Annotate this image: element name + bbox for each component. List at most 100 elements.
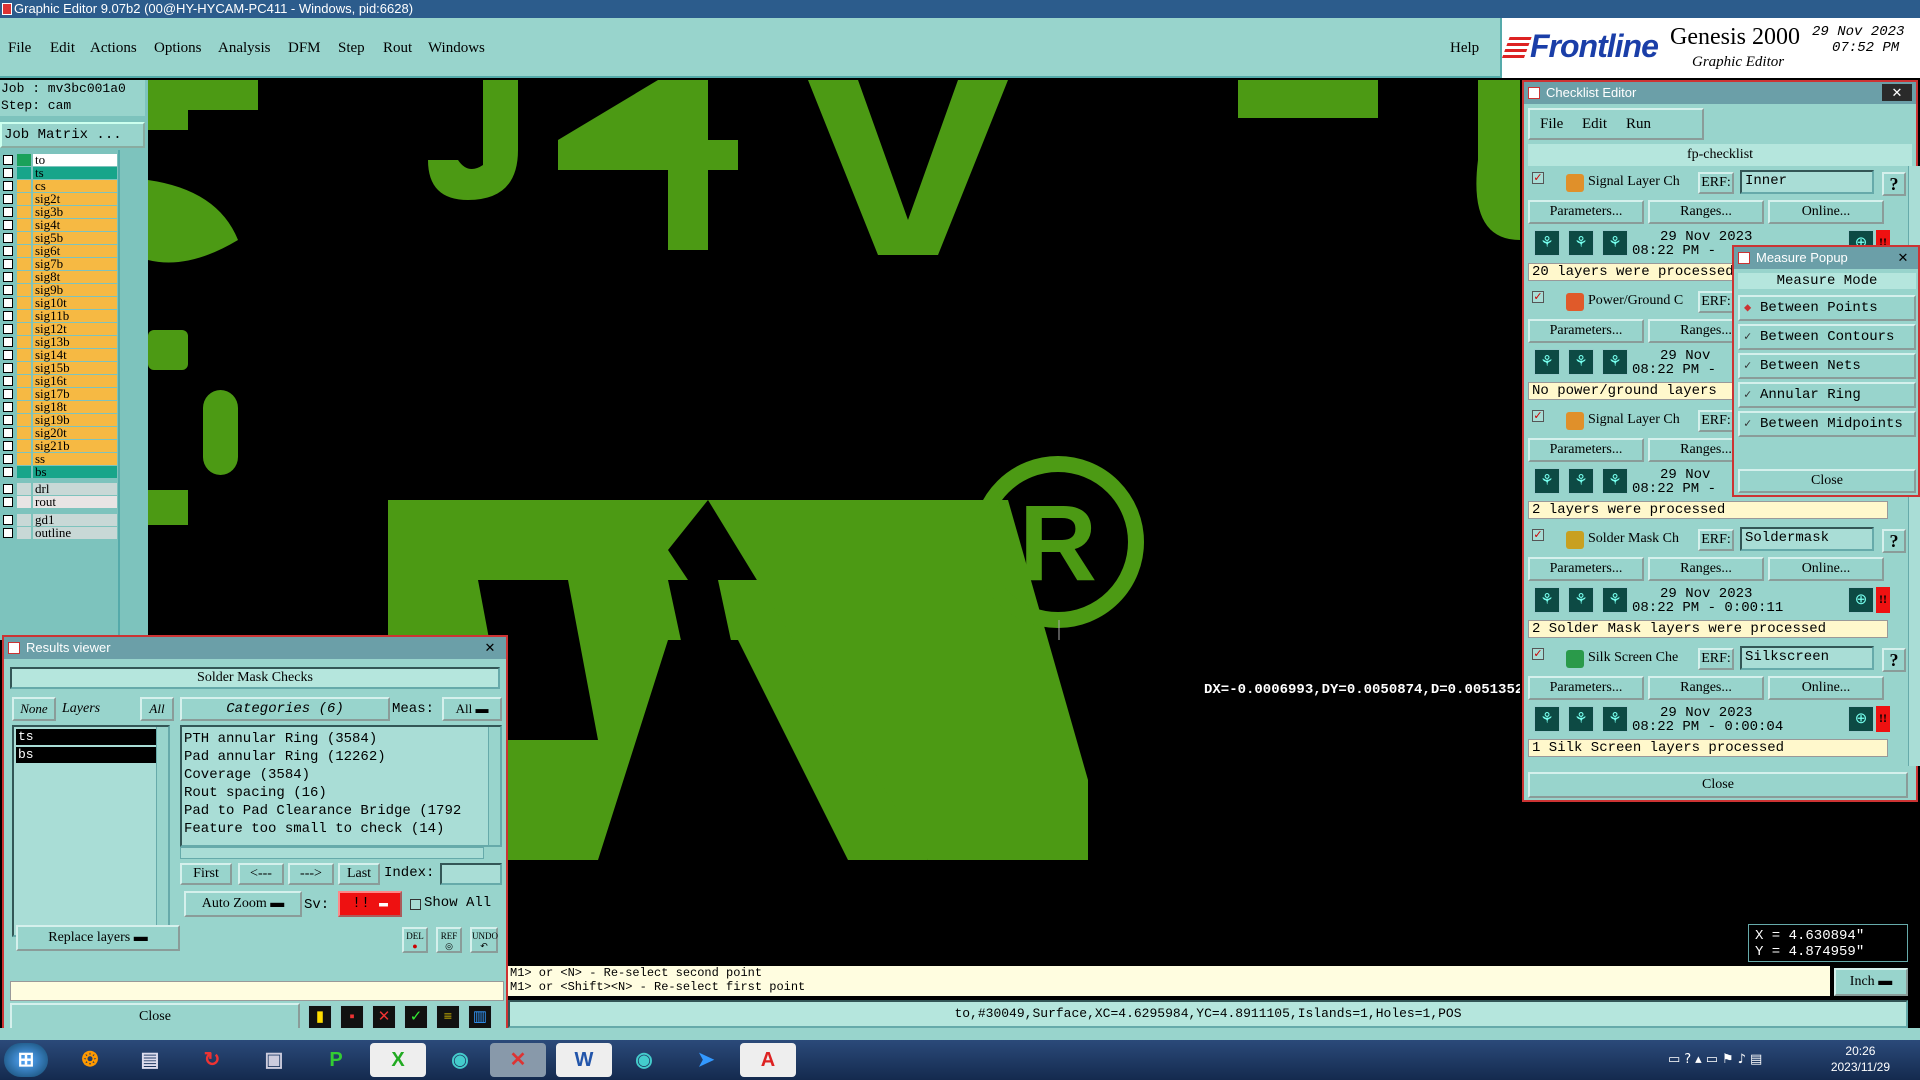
job-matrix-button[interactable]: Job Matrix ... [0,122,145,148]
layer-checkbox[interactable] [3,220,13,230]
layers-all-button[interactable]: All [140,697,174,721]
results-layer-item[interactable]: ts [16,729,156,745]
layer-checkbox[interactable] [3,207,13,217]
del-button[interactable]: DEL ● [402,927,428,953]
menu-edit[interactable]: Edit [50,40,75,57]
erf-value[interactable]: Inner [1740,170,1874,194]
run-step-icon[interactable]: ⚘ [1602,706,1628,732]
layer-color-swatch[interactable] [17,193,31,205]
layer-checkbox[interactable] [3,497,13,507]
layer-color-swatch[interactable] [17,466,31,478]
layer-checkbox[interactable] [3,324,13,334]
menu-dfm[interactable]: DFM [288,40,321,57]
layer-color-swatch[interactable] [17,154,31,166]
layer-checkbox[interactable] [3,454,13,464]
layer-name[interactable]: to [33,153,117,166]
layer-checkbox[interactable] [3,298,13,308]
checklist-item-checkbox[interactable]: ✓ [1532,648,1544,660]
checklist-close-button[interactable]: Close [1528,772,1908,798]
layers-none-button[interactable]: None [12,697,56,721]
parameters-button[interactable]: Parameters... [1528,557,1644,581]
layer-color-swatch[interactable] [17,232,31,244]
layer-color-swatch[interactable] [17,362,31,374]
help-icon[interactable]: ? [1882,648,1906,672]
run-all-icon[interactable]: ⚘ [1568,349,1594,375]
category-h-scrollbar[interactable] [180,847,484,859]
excel-icon[interactable]: X [370,1043,426,1077]
measure-mode-option[interactable]: ✓ Between Nets [1738,353,1916,379]
online-button[interactable]: Online... [1768,557,1884,581]
checklist-menu-run[interactable]: Run [1626,116,1651,133]
genesis-icon[interactable]: ◉ [432,1043,488,1077]
erf-button[interactable]: ERF: [1698,291,1734,313]
view-icon[interactable]: ▮ [308,1005,332,1029]
layer-color-swatch[interactable] [17,401,31,413]
online-button[interactable]: Online... [1768,200,1884,224]
index-input[interactable] [440,863,502,885]
check-icon[interactable]: ✓ [404,1005,428,1029]
layer-checkbox[interactable] [3,484,13,494]
layer-list-scrollbar[interactable] [156,727,168,933]
alert-badge[interactable]: !! [1876,706,1890,732]
menu-rout[interactable]: Rout [383,40,412,57]
results-layer-item[interactable]: bs [16,747,156,763]
checklist-menu-file[interactable]: File [1540,116,1563,133]
layer-color-swatch[interactable] [17,483,31,495]
layer-color-swatch[interactable] [17,349,31,361]
menu-windows[interactable]: Windows [428,40,485,57]
shell-icon[interactable]: ❂ [62,1043,118,1077]
layer-row[interactable]: ts [0,166,118,180]
category-item[interactable]: Coverage (3584) [184,767,310,783]
layer-color-swatch[interactable] [17,375,31,387]
next-button[interactable]: ---> [288,863,334,885]
online-button[interactable]: Online... [1768,676,1884,700]
layer-color-swatch[interactable] [17,284,31,296]
layer-color-swatch[interactable] [17,219,31,231]
units-dropdown[interactable]: Inch ▬ [1834,968,1908,996]
help-icon[interactable]: ? [1882,172,1906,196]
checklist-item-checkbox[interactable]: ✓ [1532,410,1544,422]
run-all-icon[interactable]: ⚘ [1568,706,1594,732]
layer-color-swatch[interactable] [17,514,31,526]
layer-color-swatch[interactable] [17,440,31,452]
erf-button[interactable]: ERF: [1698,410,1734,432]
layer-checkbox[interactable] [3,363,13,373]
meas-dropdown[interactable]: All ▬ [442,697,502,721]
layer-color-swatch[interactable] [17,527,31,539]
layer-color-swatch[interactable] [17,310,31,322]
menu-analysis[interactable]: Analysis [218,40,271,57]
save-icon[interactable]: ▣ [246,1043,302,1077]
menu-file[interactable]: File [8,40,31,57]
run-step-icon[interactable]: ⚘ [1602,349,1628,375]
system-tray-icons[interactable]: ▭?▴▭⚑♪▤ [1668,1052,1766,1067]
parameters-button[interactable]: Parameters... [1528,200,1644,224]
layer-color-swatch[interactable] [17,496,31,508]
run-all-icon[interactable]: ⚘ [1568,468,1594,494]
erf-value[interactable]: Silkscreen [1740,646,1874,670]
erf-button[interactable]: ERF: [1698,529,1734,551]
layer-checkbox[interactable] [3,337,13,347]
layer-checkbox[interactable] [3,415,13,425]
erf-button[interactable]: ERF: [1698,648,1734,670]
checklist-item-checkbox[interactable]: ✓ [1532,172,1544,184]
checklist-menu-edit[interactable]: Edit [1582,116,1607,133]
x-app-icon[interactable]: ✕ [490,1043,546,1077]
layer-checkbox[interactable] [3,272,13,282]
replace-layers-dropdown[interactable]: Replace layers ▬ [16,925,180,951]
menu-options[interactable]: Options [154,40,202,57]
layer-name[interactable]: bs [33,465,117,478]
run-icon[interactable]: ⚘ [1534,587,1560,613]
layer-color-swatch[interactable] [17,206,31,218]
layer-checkbox[interactable] [3,389,13,399]
layer-color-swatch[interactable] [17,245,31,257]
category-item[interactable]: Pad to Pad Clearance Bridge (1792 [184,803,461,819]
layer-checkbox[interactable] [3,428,13,438]
parameters-button[interactable]: Parameters... [1528,438,1644,462]
ranges-button[interactable]: Ranges... [1648,676,1764,700]
first-button[interactable]: First [180,863,232,885]
run-all-icon[interactable]: ⚘ [1568,587,1594,613]
category-item[interactable]: PTH annular Ring (3584) [184,731,377,747]
pdf-icon[interactable]: A [740,1043,796,1077]
layer-checkbox[interactable] [3,441,13,451]
category-item[interactable]: Pad annular Ring (12262) [184,749,386,765]
